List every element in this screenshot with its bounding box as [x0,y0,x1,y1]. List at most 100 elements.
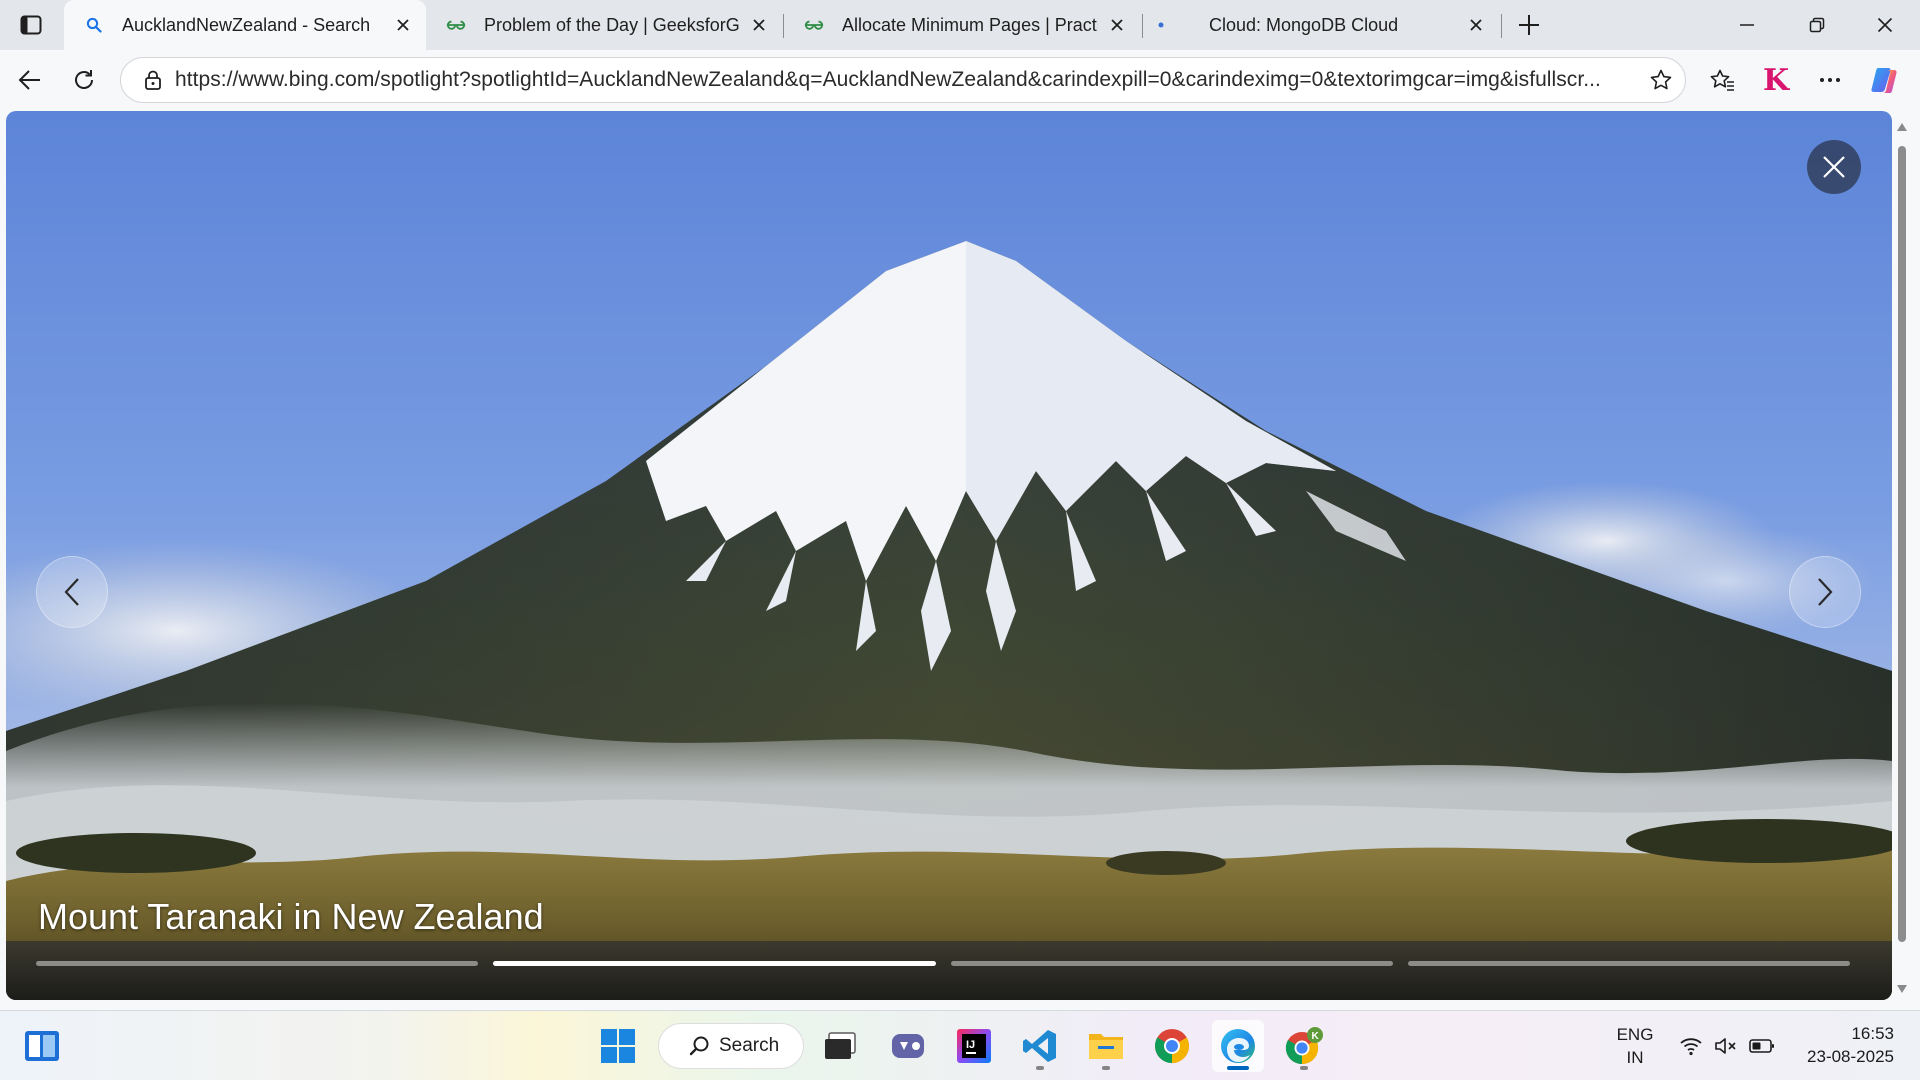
favorite-star-button[interactable] [1637,68,1685,92]
tab-separator [1501,14,1502,38]
search-icon [84,15,104,35]
teams-icon [892,1034,924,1058]
slide-progress [36,961,1850,966]
tab-close-button[interactable] [392,14,414,36]
close-icon [1111,19,1123,31]
chrome-icon [1155,1029,1189,1063]
search-label: Search [719,1035,780,1056]
next-slide-button[interactable] [1789,556,1861,628]
active-indicator [1227,1066,1249,1070]
slide-indicator[interactable] [1407,961,1850,966]
tab-strip: AucklandNewZealand - Search Problem of t… [0,0,1920,50]
minimize-icon [1740,24,1754,26]
image-caption[interactable]: Mount Taranaki in New Zealand [38,896,544,938]
copilot-button[interactable] [1868,62,1904,98]
lock-icon[interactable] [131,70,175,90]
scroll-up-arrow-icon[interactable] [1895,120,1909,134]
scrollbar-thumb[interactable] [1898,146,1906,942]
chevron-right-icon [1818,578,1833,606]
language-indicator[interactable]: ENG IN [1614,1023,1656,1069]
close-icon [753,19,765,31]
tab-title: Cloud: MongoDB Cloud [1209,14,1399,35]
running-indicator [1300,1066,1308,1070]
address-url[interactable]: https://www.bing.com/spotlight?spotlight… [175,68,1637,92]
tab-actions-button[interactable] [14,10,48,40]
restore-button[interactable] [1782,0,1852,50]
slide-indicator[interactable] [950,961,1393,966]
intellij-label: IJ [966,1039,975,1051]
widgets-button[interactable] [16,1020,68,1072]
close-icon [1823,156,1845,178]
tab-title: Allocate Minimum Pages | Practice [842,14,1098,35]
scroll-down-arrow-icon[interactable] [1895,982,1909,996]
profile-extension-button[interactable]: K [1758,62,1794,98]
slide-indicator[interactable] [36,961,479,966]
taskbar-search[interactable]: Search [658,1023,804,1069]
edge-button[interactable] [1212,1020,1264,1072]
geeksforgeeks-icon [804,15,824,35]
start-button[interactable] [592,1020,644,1072]
close-window-button[interactable] [1850,0,1920,50]
vscode-button[interactable] [1014,1020,1066,1072]
teams-button[interactable] [882,1020,934,1072]
refresh-button[interactable] [66,62,102,98]
language-region: IN [1626,1048,1644,1067]
tab-close-button[interactable] [748,14,770,36]
tab-title: Problem of the Day | GeeksforGeeks [484,14,740,35]
back-button[interactable] [12,62,48,98]
chrome-profile-badge: K [1312,1031,1320,1042]
geeksforgeeks-icon [446,15,466,35]
settings-more-button[interactable] [1812,62,1848,98]
star-icon [1650,69,1672,90]
favorites-star-list-icon [1710,69,1734,91]
tab-problem-of-the-day[interactable]: Problem of the Day | GeeksforGeeks [426,0,782,50]
page-viewport: Mount Taranaki in New Zealand [0,110,1920,1010]
widgets-icon [25,1031,59,1061]
battery-icon[interactable] [1749,1033,1775,1059]
volume-muted-icon[interactable] [1713,1033,1739,1059]
chrome-profile-button[interactable]: K [1278,1020,1330,1072]
tab-title: AucklandNewZealand - Search [122,14,371,35]
language-code: ENG [1616,1025,1654,1044]
tab-mongodb-cloud[interactable]: Cloud: MongoDB Cloud [1143,0,1499,50]
tab-auckland-search[interactable]: AucklandNewZealand - Search [64,0,426,50]
k-extension-icon: K [1762,62,1790,98]
tab-allocate-minimum-pages[interactable]: Allocate Minimum Pages | Practice [784,0,1140,50]
previous-slide-button[interactable] [36,556,108,628]
copilot-icon [1871,68,1897,93]
more-dots-icon [1820,78,1840,82]
slide-indicator-active[interactable] [493,961,936,966]
close-icon [397,19,409,31]
vscode-icon [1023,1030,1056,1062]
tab-close-button[interactable] [1465,14,1487,36]
task-view-button[interactable] [814,1020,866,1072]
plus-icon [1519,15,1539,35]
wifi-icon[interactable] [1678,1033,1704,1059]
chrome-profile-icon: K [1285,1027,1323,1065]
address-bar[interactable]: https://www.bing.com/spotlight?spotlight… [120,57,1686,103]
vertical-scrollbar[interactable] [1893,110,1911,1010]
search-icon [689,1035,711,1057]
close-spotlight-button[interactable] [1807,140,1861,194]
tab-actions-icon [20,15,42,35]
file-explorer-icon [1089,1034,1123,1059]
tab-close-button[interactable] [1106,14,1128,36]
arrow-left-icon [18,70,40,90]
edge-icon [1221,1029,1255,1063]
chrome-button[interactable] [1146,1020,1198,1072]
restore-icon [1809,17,1825,33]
file-explorer-button[interactable] [1080,1020,1132,1072]
intellij-button[interactable]: IJ [948,1020,1000,1072]
new-tab-button[interactable] [1512,8,1546,42]
close-icon [1877,17,1893,33]
taskbar: Search IJ K ENG IN 16:53 23-08-2025 [0,1010,1920,1080]
intellij-icon: IJ [957,1029,991,1063]
system-clock[interactable]: 16:53 23-08-2025 [1790,1022,1894,1068]
refresh-icon [75,70,93,89]
running-indicator [1102,1066,1110,1070]
running-indicator [1036,1066,1044,1070]
close-icon [1470,19,1482,31]
minimize-button[interactable] [1712,0,1782,50]
favorites-button[interactable] [1704,62,1740,98]
windows-icon [601,1029,635,1063]
